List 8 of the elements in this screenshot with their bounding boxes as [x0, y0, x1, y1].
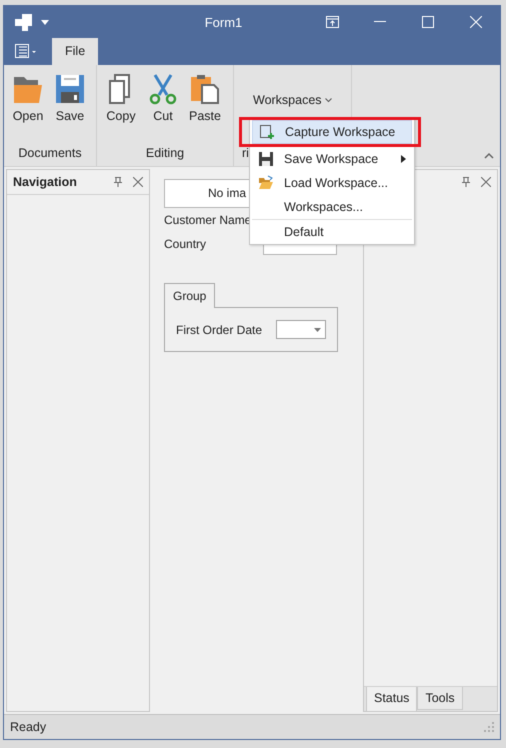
- field-label: First Order Date: [176, 322, 264, 336]
- panel-title: Navigation: [13, 175, 78, 189]
- status-text: Ready: [10, 720, 48, 734]
- group-label: Documents: [17, 145, 83, 162]
- window-title: Form1: [204, 14, 244, 30]
- group-label: Editing: [144, 145, 186, 162]
- field-label: Country: [164, 237, 208, 251]
- group-label: ri: [242, 145, 249, 162]
